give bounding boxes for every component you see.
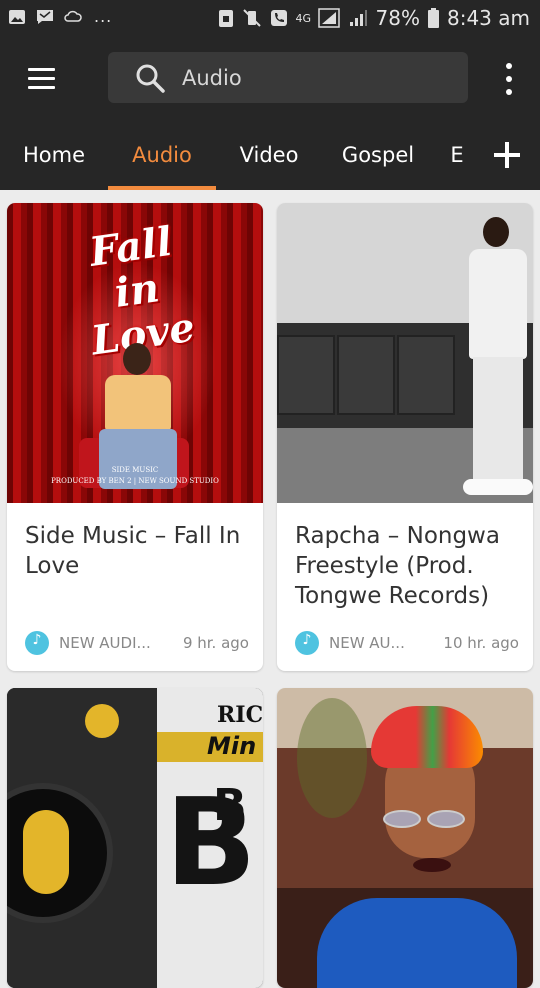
sunglasses-lens	[427, 810, 465, 828]
credit-line: PRODUCED BY BEN 2 | NEW SOUND STUDIO	[51, 477, 219, 485]
thumbnail-text: B	[165, 774, 257, 913]
more-vertical-icon-dot	[506, 76, 512, 82]
tab-video[interactable]: Video	[226, 120, 312, 190]
post-thumbnail[interactable]: RICH Min B B	[7, 688, 263, 988]
post-thumbnail[interactable]: Fall in Love SIDE MUSIC PRODUCED BY BEN …	[7, 203, 263, 503]
search-input[interactable]: Audio	[182, 66, 242, 90]
post-title[interactable]: Side Music – Fall In Love	[25, 521, 249, 581]
artist-shoes	[463, 479, 533, 495]
more-options-button[interactable]	[500, 63, 518, 95]
music-note-icon	[295, 631, 319, 655]
more-notifications-indicator: ...	[94, 7, 113, 26]
wall-panel	[277, 335, 335, 415]
hamburger-icon-line	[28, 77, 55, 80]
post-time: 9 hr. ago	[182, 634, 249, 652]
post-thumbnail[interactable]	[277, 203, 533, 503]
artist-head	[483, 217, 509, 247]
category-tabs: Home Audio Video Gospel E	[0, 120, 540, 190]
post-card[interactable]	[277, 688, 533, 988]
background-plant	[297, 698, 367, 818]
thumbnail-text: Min	[207, 732, 257, 760]
post-meta: NEW AUDI... 9 hr. ago	[25, 628, 249, 658]
battery-icon	[427, 8, 439, 28]
thumbnail-artist	[463, 217, 533, 497]
battery-percent: 78%	[375, 6, 420, 30]
thumbnail-credits: SIDE MUSIC PRODUCED BY BEN 2 | NEW SOUND…	[7, 465, 263, 487]
post-time: 10 hr. ago	[443, 634, 519, 652]
post-meta: NEW AU... 10 hr. ago	[295, 628, 519, 658]
search-box[interactable]: Audio	[108, 52, 468, 103]
post-category[interactable]: NEW AU...	[329, 634, 433, 652]
add-tab-button[interactable]	[494, 142, 520, 168]
wall-panel	[337, 335, 395, 415]
tab-home[interactable]: Home	[10, 120, 98, 190]
message-icon	[37, 9, 53, 24]
credit-line: SIDE MUSIC	[111, 466, 159, 474]
gallery-icon	[9, 9, 25, 24]
tab-gospel[interactable]: Gospel	[332, 120, 424, 190]
search-icon	[136, 64, 165, 93]
post-thumbnail[interactable]	[277, 688, 533, 988]
artist-body	[105, 375, 171, 431]
post-title[interactable]: Rapcha – Nongwa Freestyle (Prod. Tongwe …	[295, 521, 519, 611]
menu-button[interactable]	[22, 62, 62, 96]
wall-panel	[397, 335, 455, 415]
system-icons: 4G 78% 8:43 am	[218, 6, 530, 30]
sunglasses-lens	[383, 810, 421, 828]
artist-lips	[413, 858, 451, 872]
post-category[interactable]: NEW AUDI...	[59, 634, 173, 652]
security-icon	[218, 10, 233, 27]
tab-partial[interactable]: E	[444, 120, 470, 190]
artist-legs	[473, 357, 523, 485]
more-vertical-icon-dot	[506, 89, 512, 95]
cassette-hub	[23, 810, 69, 894]
call-icon	[270, 10, 287, 26]
artist-head	[123, 343, 151, 375]
status-bar: ... 4G 78% 8:43 am	[0, 0, 540, 36]
clock: 8:43 am	[446, 6, 530, 30]
thumbnail-text: RICH	[217, 702, 263, 728]
signal-strength-icon	[317, 8, 340, 28]
vibrate-mute-icon	[242, 9, 261, 27]
app-toolbar: Audio	[0, 36, 540, 120]
signal-bars-icon	[349, 10, 367, 26]
more-vertical-icon	[506, 63, 512, 69]
hamburger-icon-line	[28, 86, 55, 89]
post-card[interactable]: Fall in Love SIDE MUSIC PRODUCED BY BEN …	[7, 203, 263, 671]
tab-audio[interactable]: Audio	[108, 120, 216, 190]
notification-icons: ...	[8, 7, 112, 26]
cassette-dot	[85, 704, 119, 738]
post-card[interactable]: Rapcha – Nongwa Freestyle (Prod. Tongwe …	[277, 203, 533, 671]
network-type-label: 4G	[295, 11, 312, 25]
hamburger-icon	[28, 68, 55, 71]
artist-hair	[371, 706, 483, 768]
artist-jacket	[317, 898, 517, 988]
post-card[interactable]: RICH Min B B	[7, 688, 263, 988]
cloud-sync-icon	[64, 10, 82, 22]
artist-jacket	[469, 249, 527, 359]
music-note-icon	[25, 631, 49, 655]
